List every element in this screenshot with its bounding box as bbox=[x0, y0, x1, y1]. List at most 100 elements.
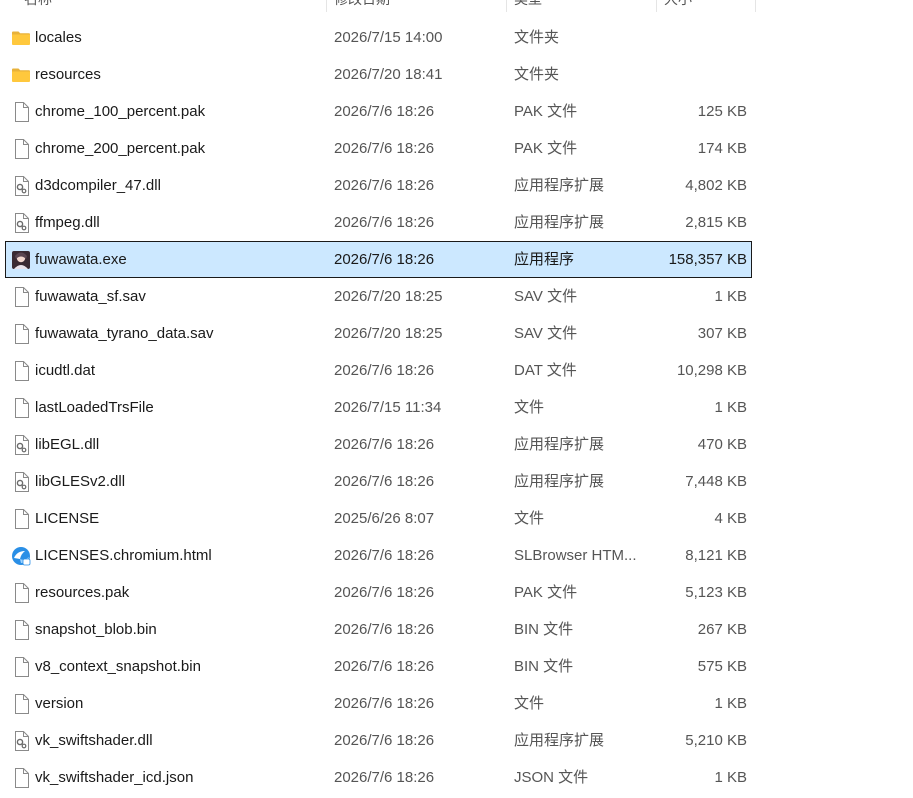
file-size: 575 KB bbox=[697, 658, 747, 675]
file-modified-date: 2026/7/6 18:26 bbox=[334, 436, 435, 453]
file-row[interactable]: version 2026/7/6 18:26 文件 1 KB bbox=[5, 685, 752, 722]
file-type: 文件夹 bbox=[514, 29, 560, 46]
file-size: 4,802 KB bbox=[685, 177, 747, 194]
file-type: 应用程序扩展 bbox=[514, 436, 605, 453]
column-divider[interactable] bbox=[755, 0, 756, 12]
file-modified-date: 2026/7/6 18:26 bbox=[334, 658, 435, 675]
file-type: 应用程序扩展 bbox=[514, 177, 605, 194]
file-modified-date: 2026/7/15 11:34 bbox=[334, 399, 442, 416]
file-row[interactable]: snapshot_blob.bin 2026/7/6 18:26 BIN 文件 267… bbox=[5, 611, 752, 648]
file-modified-date: 2026/7/6 18:26 bbox=[334, 362, 435, 379]
file-size bbox=[646, 57, 747, 92]
file-icon bbox=[11, 287, 31, 307]
file-modified-date: 2026/7/20 18:25 bbox=[334, 325, 443, 342]
app-icon bbox=[11, 250, 31, 270]
file-icon bbox=[11, 620, 31, 640]
file-name: fuwawata.exe bbox=[35, 251, 127, 268]
folder-icon bbox=[11, 28, 31, 48]
file-size: 158,357 KB bbox=[668, 251, 747, 268]
file-name: vk_swiftshader_icd.json bbox=[35, 769, 194, 786]
file-name: d3dcompiler_47.dll bbox=[35, 177, 161, 194]
file-row[interactable]: resources 2026/7/20 18:41 文件夹 bbox=[5, 56, 752, 93]
file-modified-date: 2026/7/6 18:26 bbox=[334, 547, 435, 564]
file-row[interactable]: chrome_100_percent.pak 2026/7/6 18:26 PAK … bbox=[5, 93, 752, 130]
file-icon bbox=[11, 583, 31, 603]
file-icon bbox=[11, 102, 31, 122]
file-type: PAK 文件 bbox=[514, 103, 578, 120]
file-row[interactable]: LICENSES.chromium.html 2026/7/6 18:26 SLBr… bbox=[5, 537, 752, 574]
file-icon bbox=[11, 509, 31, 529]
file-row[interactable]: chrome_200_percent.pak 2026/7/6 18:26 PAK … bbox=[5, 130, 752, 167]
file-modified-date: 2026/7/6 18:26 bbox=[334, 695, 435, 712]
file-type: SAV 文件 bbox=[514, 288, 578, 305]
file-size: 5,210 KB bbox=[685, 732, 747, 749]
file-modified-date: 2025/6/26 8:07 bbox=[334, 510, 435, 527]
file-name: fuwawata_sf.sav bbox=[35, 288, 146, 305]
file-modified-date: 2026/7/6 18:26 bbox=[334, 103, 435, 120]
column-divider[interactable] bbox=[656, 0, 657, 12]
file-row[interactable]: icudtl.dat 2026/7/6 18:26 DAT 文件 10,298 KB bbox=[5, 352, 752, 389]
file-type: SAV 文件 bbox=[514, 325, 578, 342]
dll-icon bbox=[11, 472, 31, 492]
file-type: 文件 bbox=[514, 695, 545, 712]
file-row[interactable]: fuwawata.exe 2026/7/6 18:26 应用程序 158,357 KB bbox=[5, 241, 752, 278]
file-icon bbox=[11, 361, 31, 381]
column-divider[interactable] bbox=[506, 0, 507, 12]
file-modified-date: 2026/7/6 18:26 bbox=[334, 584, 435, 601]
file-type: 文件夹 bbox=[514, 66, 560, 83]
file-type: JSON 文件 bbox=[514, 769, 589, 786]
file-row[interactable]: locales 2026/7/15 14:00 文件夹 bbox=[5, 19, 752, 56]
file-icon bbox=[11, 768, 31, 788]
file-icon bbox=[11, 398, 31, 418]
file-name: fuwawata_tyrano_data.sav bbox=[35, 325, 214, 342]
file-row[interactable]: vk_swiftshader.dll 2026/7/6 18:26 应用程序扩展 5,… bbox=[5, 722, 752, 759]
file-size: 7,448 KB bbox=[685, 473, 747, 490]
file-size: 5,123 KB bbox=[685, 584, 747, 601]
file-name: chrome_200_percent.pak bbox=[35, 140, 206, 157]
file-icon bbox=[11, 139, 31, 159]
file-type: 应用程序扩展 bbox=[514, 473, 605, 490]
file-row[interactable]: fuwawata_sf.sav 2026/7/20 18:25 SAV 文件 1 KB bbox=[5, 278, 752, 315]
file-modified-date: 2026/7/15 14:00 bbox=[334, 29, 443, 46]
file-size: 1 KB bbox=[714, 288, 747, 305]
file-size: 470 KB bbox=[697, 436, 747, 453]
folder-icon bbox=[11, 65, 31, 85]
file-row[interactable]: v8_context_snapshot.bin 2026/7/6 18:26 BIN… bbox=[5, 648, 752, 685]
file-name: libEGL.dll bbox=[35, 436, 100, 453]
file-name: snapshot_blob.bin bbox=[35, 621, 157, 638]
file-type: BIN 文件 bbox=[514, 621, 574, 638]
file-row[interactable]: fuwawata_tyrano_data.sav 2026/7/20 18:25 S… bbox=[5, 315, 752, 352]
file-name: resources.pak bbox=[35, 584, 130, 601]
file-row[interactable]: vk_swiftshader_icd.json 2026/7/6 18:26 JSO… bbox=[5, 759, 752, 796]
file-type: 应用程序 bbox=[514, 251, 575, 268]
file-name: chrome_100_percent.pak bbox=[35, 103, 206, 120]
file-row[interactable]: libEGL.dll 2026/7/6 18:26 应用程序扩展 470 KB bbox=[5, 426, 752, 463]
column-header-date[interactable]: 修改日期 bbox=[334, 0, 494, 12]
file-modified-date: 2026/7/6 18:26 bbox=[334, 251, 435, 268]
file-modified-date: 2026/7/20 18:25 bbox=[334, 288, 443, 305]
file-row[interactable]: LICENSE 2025/6/26 8:07 文件 4 KB bbox=[5, 500, 752, 537]
file-row[interactable]: ffmpeg.dll 2026/7/6 18:26 应用程序扩展 2,815 KB bbox=[5, 204, 752, 241]
file-row[interactable]: lastLoadedTrsFile 2026/7/15 11:34 文件 1 KB bbox=[5, 389, 752, 426]
file-row[interactable]: resources.pak 2026/7/6 18:26 PAK 文件 5,123 K… bbox=[5, 574, 752, 611]
file-name: LICENSES.chromium.html bbox=[35, 547, 212, 564]
file-name: icudtl.dat bbox=[35, 362, 96, 379]
file-name: lastLoadedTrsFile bbox=[35, 399, 154, 416]
file-name: version bbox=[35, 695, 84, 712]
file-modified-date: 2026/7/6 18:26 bbox=[334, 140, 435, 157]
file-size: 125 KB bbox=[697, 103, 747, 120]
file-size: 1 KB bbox=[714, 769, 747, 786]
file-icon bbox=[11, 324, 31, 344]
file-size: 174 KB bbox=[697, 140, 747, 157]
file-name: ffmpeg.dll bbox=[35, 214, 100, 231]
file-type: PAK 文件 bbox=[514, 584, 578, 601]
file-row[interactable]: d3dcompiler_47.dll 2026/7/6 18:26 应用程序扩展 4,… bbox=[5, 167, 752, 204]
column-divider[interactable] bbox=[326, 0, 327, 12]
file-type: 文件 bbox=[514, 510, 545, 527]
column-header-name[interactable]: 名称 bbox=[24, 0, 314, 12]
file-size: 1 KB bbox=[714, 399, 747, 416]
column-header-size[interactable]: 大小 bbox=[664, 0, 744, 12]
column-header-type[interactable]: 类型 bbox=[514, 0, 644, 12]
file-row[interactable]: libGLESv2.dll 2026/7/6 18:26 应用程序扩展 7,448 K… bbox=[5, 463, 752, 500]
column-header: 名称 修改日期 类型 大小 bbox=[0, 0, 760, 12]
